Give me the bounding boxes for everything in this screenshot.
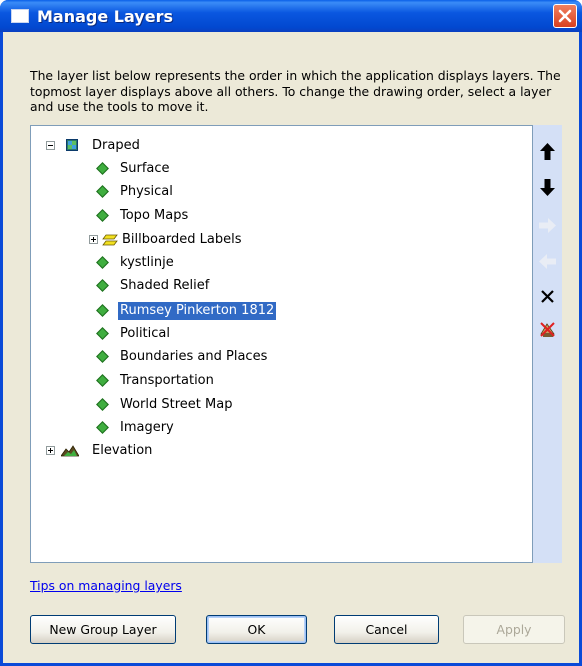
expand-toggle-icon[interactable]: [89, 235, 98, 244]
layer-diamond-icon: [96, 398, 109, 411]
layer-diamond-icon: [96, 350, 109, 363]
layer-diamond-icon: [96, 327, 109, 340]
window-icon: [11, 9, 29, 23]
layer-diamond-icon: [96, 256, 109, 269]
move-up-button[interactable]: [536, 140, 559, 162]
layer-diamond-icon: [96, 162, 109, 175]
move-left-icon: [539, 254, 556, 269]
close-button[interactable]: [553, 4, 577, 28]
description-text: The layer list below represents the orde…: [30, 68, 561, 114]
move-left-button[interactable]: [536, 250, 559, 272]
move-down-icon: [540, 179, 555, 196]
collapse-toggle-icon[interactable]: [46, 141, 55, 150]
move-right-button[interactable]: [536, 214, 559, 236]
tree-group-label: Draped: [92, 138, 140, 153]
tree-item-label: World Street Map: [120, 397, 233, 412]
layer-tree[interactable]: Draped Surface Physical Topo Maps Billbo…: [30, 125, 533, 563]
title-bar[interactable]: Manage Layers: [0, 0, 582, 32]
layer-diamond-icon: [96, 304, 109, 317]
tree-item-label: Rumsey Pinkerton 1812: [118, 302, 277, 320]
elevation-group-icon: [61, 445, 79, 457]
layer-diamond-icon: [96, 209, 109, 222]
tree-item-label: Imagery: [120, 420, 174, 435]
remove-all-icon: [540, 322, 555, 337]
tree-item-label: Billboarded Labels: [122, 232, 242, 247]
tree-group-label: Elevation: [92, 443, 153, 458]
close-icon: [558, 9, 572, 23]
new-group-layer-button[interactable]: New Group Layer: [30, 615, 176, 644]
move-down-button[interactable]: [536, 176, 559, 198]
cancel-button[interactable]: Cancel: [334, 615, 439, 644]
tree-item-label: Transportation: [120, 373, 214, 388]
remove-all-layers-button[interactable]: [536, 318, 559, 340]
draped-group-icon: [66, 139, 78, 151]
apply-button[interactable]: Apply: [463, 615, 565, 644]
billboard-labels-icon: [102, 234, 118, 246]
manage-layers-dialog: Manage Layers The layer list below repre…: [0, 0, 582, 666]
tree-item-label: Topo Maps: [120, 208, 189, 223]
tree-item-label: Physical: [120, 184, 173, 199]
layer-tools-toolbar: [533, 125, 562, 563]
remove-layer-button[interactable]: [536, 285, 559, 307]
tips-link[interactable]: Tips on managing layers: [30, 578, 182, 593]
move-right-icon: [539, 218, 556, 233]
tree-item-label: kystlinje: [120, 255, 174, 270]
ok-button[interactable]: OK: [206, 615, 307, 644]
tree-item-label: Surface: [120, 161, 170, 176]
tree-item-label: Shaded Relief: [120, 278, 210, 293]
layer-diamond-icon: [96, 185, 109, 198]
layer-diamond-icon: [96, 421, 109, 434]
tree-item-label: Political: [120, 326, 170, 341]
remove-icon: [541, 290, 554, 303]
move-up-icon: [540, 143, 555, 160]
expand-toggle-icon[interactable]: [46, 446, 55, 455]
layer-diamond-icon: [96, 374, 109, 387]
layer-diamond-icon: [96, 279, 109, 292]
window-title: Manage Layers: [37, 7, 173, 26]
tree-item-label: Boundaries and Places: [120, 349, 268, 364]
